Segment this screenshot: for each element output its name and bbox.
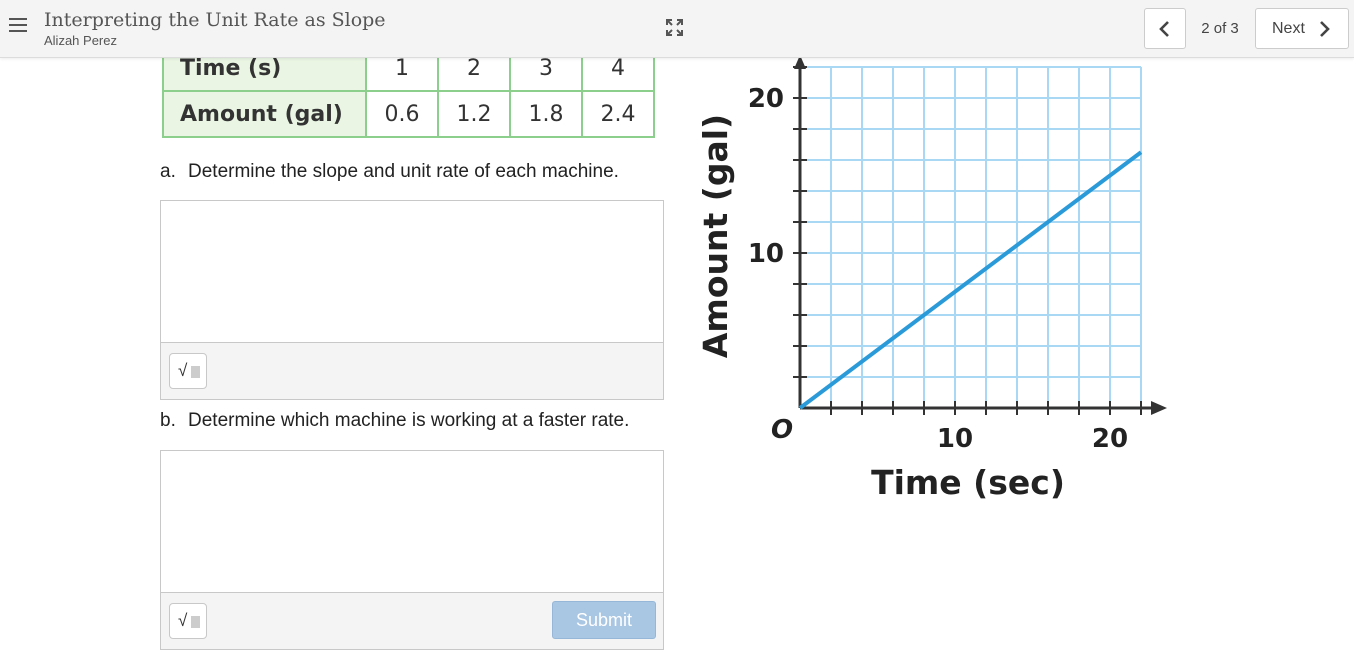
page-indicator: 2 of 3 (1201, 20, 1239, 37)
author-name: Alizah Perez (44, 33, 117, 48)
x-axis-arrow (1151, 401, 1167, 415)
table-cell: 1.8 (509, 90, 583, 138)
answer-toolbar: √ (161, 342, 663, 399)
answer-input-b[interactable] (161, 451, 663, 592)
question-label: a. (160, 161, 176, 182)
chart-ticks: 10 20 10 20 (748, 66, 1142, 454)
math-editor-button[interactable]: √ (169, 603, 207, 639)
chevron-left-icon (1159, 21, 1169, 37)
x-axis-label: Time (sec) (871, 463, 1065, 502)
table-cell: 0.6 (365, 90, 439, 138)
next-button-label: Next (1272, 20, 1305, 37)
origin-label: O (771, 415, 793, 445)
answer-box-a: √ (160, 200, 664, 400)
header-bar: Interpreting the Unit Rate as Slope Aliz… (0, 0, 1354, 58)
answer-box-b: √ Submit (160, 450, 664, 650)
submit-button[interactable]: Submit (552, 601, 656, 639)
math-editor-button[interactable]: √ (169, 353, 207, 389)
question-text: Determine which machine is working at a … (188, 410, 630, 431)
previous-page-button[interactable] (1144, 8, 1186, 49)
amount-vs-time-chart: 10 20 10 20 Time (sec) Amount (gal) O (696, 55, 1167, 502)
question-label: b. (160, 410, 176, 431)
question-text: Determine the slope and unit rate of eac… (188, 161, 619, 182)
x-tick-label: 20 (1092, 424, 1128, 454)
chart-grid (800, 66, 1142, 408)
row-header-amount: Amount (gal) (162, 90, 367, 138)
chevron-right-icon (1320, 21, 1330, 37)
time-amount-table: Time (s) 1 2 3 4 Amount (gal) 0.6 1.2 1.… (162, 44, 655, 138)
chart-axes (794, 55, 1167, 415)
square-root-icon: √ (178, 361, 188, 380)
y-tick-label: 20 (748, 84, 784, 114)
y-tick-label: 10 (748, 239, 784, 269)
expand-icon[interactable] (665, 18, 684, 37)
page-title: Interpreting the Unit Rate as Slope (44, 9, 386, 31)
next-page-button[interactable]: Next (1255, 8, 1349, 49)
y-axis-label: Amount (gal) (696, 114, 735, 358)
answer-toolbar: √ Submit (161, 592, 663, 649)
table-row: Amount (gal) 0.6 1.2 1.8 2.4 (162, 90, 655, 138)
table-cell: 1.2 (437, 90, 511, 138)
answer-input-a[interactable] (161, 201, 663, 342)
square-root-icon: √ (178, 611, 188, 630)
table-cell: 2.4 (581, 90, 655, 138)
hamburger-menu-icon[interactable] (9, 18, 27, 34)
x-tick-label: 10 (937, 424, 973, 454)
question-a: a. Determine the slope and unit rate of e… (160, 161, 619, 183)
question-b: b. Determine which machine is working at … (160, 410, 629, 432)
